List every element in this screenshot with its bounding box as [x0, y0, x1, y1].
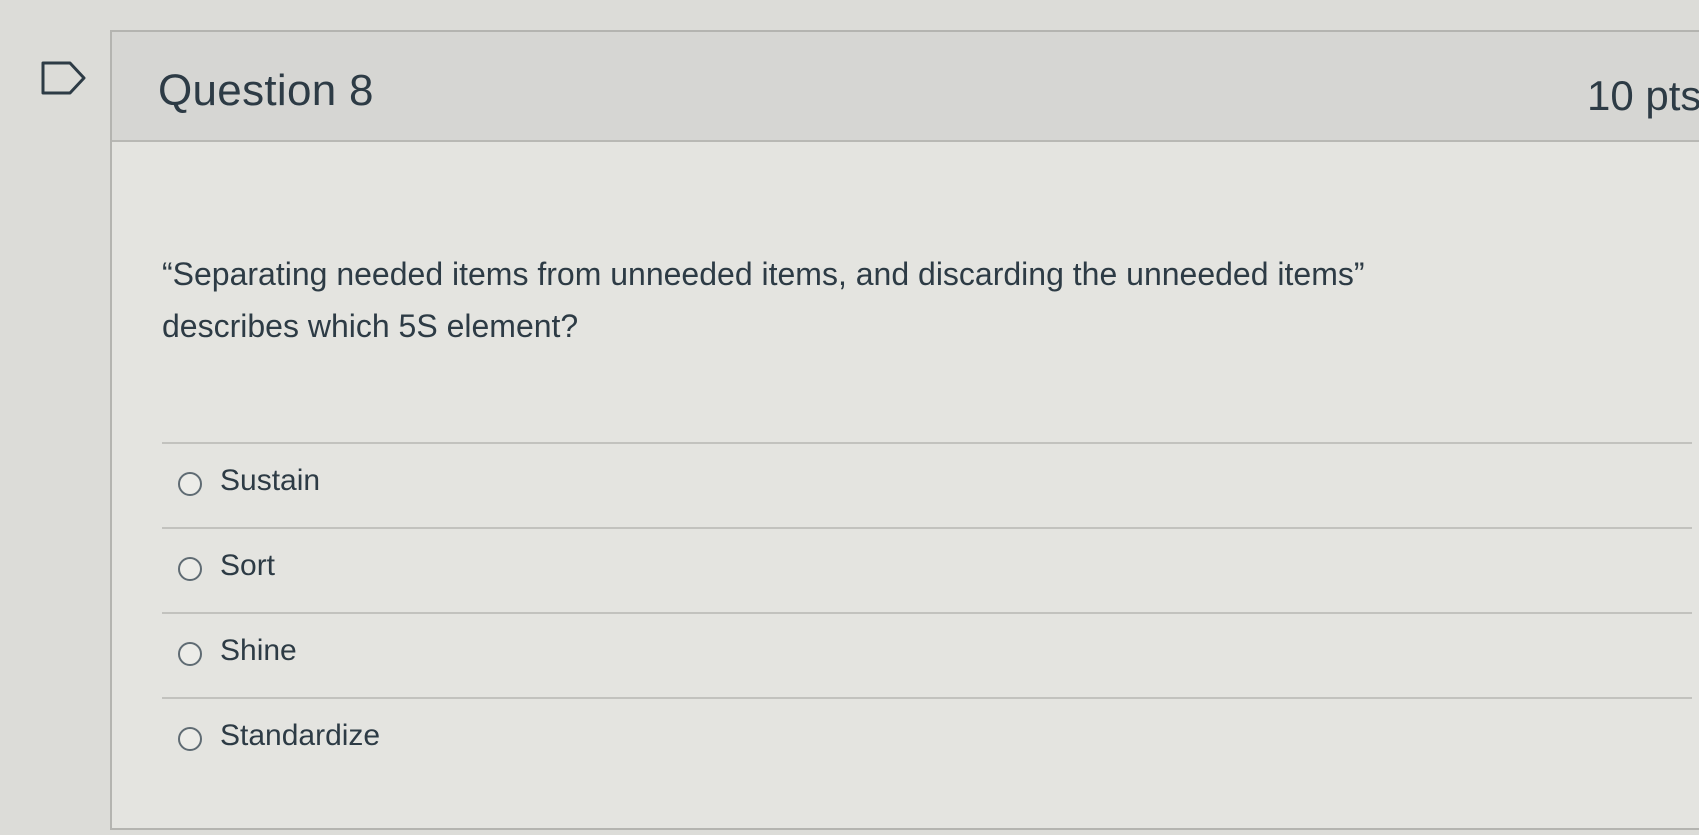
answer-option-shine[interactable]: Shine — [162, 612, 1692, 697]
answer-label[interactable]: Standardize — [220, 719, 380, 753]
radio-button-icon[interactable] — [178, 642, 202, 666]
answer-label[interactable]: Shine — [220, 634, 297, 668]
question-text: “Separating needed items from unneeded i… — [162, 256, 1365, 344]
answer-option-sort[interactable]: Sort — [162, 527, 1692, 612]
question-card: Question 8 10 pts “Separating needed ite… — [110, 30, 1699, 830]
answer-option-standardize[interactable]: Standardize — [162, 697, 1692, 782]
answer-list: Sustain Sort Shine Standardize — [162, 442, 1692, 782]
flag-question-icon[interactable] — [40, 60, 88, 96]
radio-button-icon[interactable] — [178, 472, 202, 496]
answer-label[interactable]: Sort — [220, 549, 275, 583]
question-title: Question 8 — [158, 66, 374, 115]
question-header: Question 8 10 pts — [112, 32, 1699, 142]
answer-label[interactable]: Sustain — [220, 464, 320, 498]
radio-button-icon[interactable] — [178, 727, 202, 751]
answer-option-sustain[interactable]: Sustain — [162, 442, 1692, 527]
radio-button-icon[interactable] — [178, 557, 202, 581]
question-points: 10 pts — [1587, 72, 1699, 119]
